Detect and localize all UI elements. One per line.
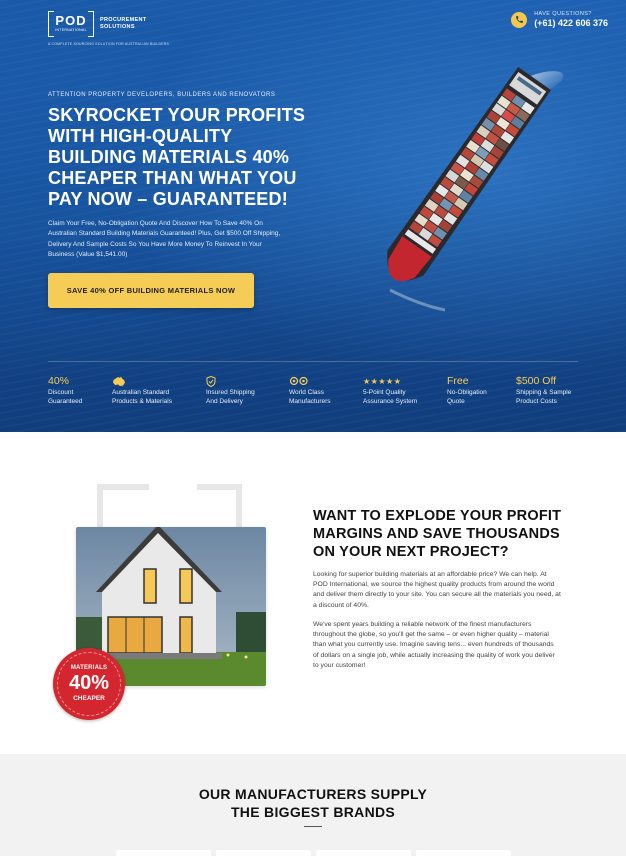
feature-label: And Delivery bbox=[206, 398, 243, 405]
cheaper-badge: MATERIALS 40% CHEAPER bbox=[53, 648, 125, 720]
feature-label: 5-Point Quality bbox=[363, 389, 406, 396]
hero-eyebrow: ATTENTION PROPERTY DEVELOPERS, BUILDERS … bbox=[48, 92, 276, 98]
profit-section-title: WANT TO EXPLODE YOUR PROFIT MARGINS AND … bbox=[313, 508, 562, 560]
contact-block[interactable]: HAVE QUESTIONS? (+61) 422 606 376 bbox=[511, 11, 608, 28]
hero-section: POD INTERNATIONAL PROCUREMENT SOLUTIONS … bbox=[0, 0, 626, 432]
feature-label: Guaranteed bbox=[48, 398, 83, 405]
brand-card bbox=[216, 850, 311, 856]
profit-paragraph-1: Looking for superior building materials … bbox=[313, 571, 561, 609]
brand-card bbox=[116, 850, 211, 856]
feature-discount-value: 40% bbox=[48, 375, 70, 387]
brand-card bbox=[316, 850, 411, 856]
feature-quality-assurance: ★★★★★ 5-Point Quality Assurance System bbox=[363, 375, 417, 406]
logo-main-text: POD bbox=[55, 13, 87, 28]
feature-world-class: World Class Manufacturers bbox=[289, 375, 331, 406]
hero-subtext: Claim Your Free, No-Obligation Quote And… bbox=[48, 220, 281, 258]
feature-shipping-discount: $500 Off Shipping & Sample Product Costs bbox=[516, 375, 571, 406]
logo-line-1: PROCUREMENT bbox=[100, 17, 147, 23]
brands-title-line-2: THE BIGGEST BRANDS bbox=[230, 804, 396, 820]
gears-icon bbox=[289, 375, 331, 387]
logo-mark: POD INTERNATIONAL bbox=[48, 11, 94, 37]
feature-label: Assurance System bbox=[363, 398, 418, 405]
brands-title-rule bbox=[304, 826, 322, 827]
feature-label: Products & Materials bbox=[112, 398, 172, 405]
feature-discount: 40% Discount Guaranteed bbox=[48, 375, 82, 406]
container-ship-image bbox=[387, 67, 564, 312]
australia-map-icon bbox=[112, 375, 172, 387]
feature-label: Insured Shipping bbox=[206, 389, 255, 396]
feature-australian-standard: Australian Standard Products & Materials bbox=[112, 375, 172, 406]
features-bar: 40% Discount Guaranteed Australian Standa… bbox=[48, 375, 588, 419]
logo-line-2: SOLUTIONS bbox=[100, 24, 135, 30]
phone-icon bbox=[511, 11, 528, 28]
stars-icon: ★★★★★ bbox=[363, 376, 402, 386]
feature-shipping-value: $500 Off bbox=[516, 375, 557, 387]
badge-percent: 40% bbox=[68, 672, 110, 694]
brand-card bbox=[416, 850, 511, 856]
feature-label: Product Costs bbox=[516, 398, 557, 405]
feature-label: Manufacturers bbox=[289, 398, 331, 405]
feature-label: Shipping & Sample bbox=[516, 389, 572, 396]
contact-label: HAVE QUESTIONS? bbox=[534, 11, 592, 17]
phone-number[interactable]: (+61) 422 606 376 bbox=[534, 18, 608, 28]
brands-title-line-1: OUR MANUFACTURERS SUPPLY bbox=[198, 786, 428, 802]
badge-line-1: MATERIALS bbox=[70, 665, 108, 671]
feature-label: Australian Standard bbox=[112, 389, 170, 396]
feature-free-quote: Free No-Obligation Quote bbox=[447, 375, 487, 406]
hero-headline: SKYROCKET YOUR PROFITS WITH HIGH-QUALITY… bbox=[48, 105, 306, 209]
logo[interactable]: POD INTERNATIONAL PROCUREMENT SOLUTIONS bbox=[48, 11, 146, 37]
shield-icon bbox=[206, 375, 255, 387]
feature-free-value: Free bbox=[447, 375, 469, 387]
hero-divider bbox=[48, 361, 578, 362]
profit-paragraph-2: We've spent years building a reliable ne… bbox=[313, 621, 555, 669]
logo-sub-text: INTERNATIONAL bbox=[55, 28, 87, 32]
save-materials-button[interactable]: SAVE 40% OFF BUILDING MATERIALS NOW bbox=[48, 273, 254, 308]
feature-insured-shipping: Insured Shipping And Delivery bbox=[206, 375, 255, 406]
logo-tagline: A COMPLETE SOURCING SOLUTION FOR AUSTRAL… bbox=[48, 42, 170, 46]
feature-label: No-Obligation bbox=[447, 389, 487, 396]
feature-label: Discount bbox=[48, 389, 74, 396]
brands-section-title: OUR MANUFACTURERS SUPPLY THE BIGGEST BRA… bbox=[0, 785, 626, 821]
logo-wordmark: PROCUREMENT SOLUTIONS bbox=[100, 17, 146, 31]
feature-label: World Class bbox=[289, 389, 324, 396]
feature-label: Quote bbox=[447, 398, 465, 405]
badge-line-3: CHEAPER bbox=[73, 695, 105, 702]
